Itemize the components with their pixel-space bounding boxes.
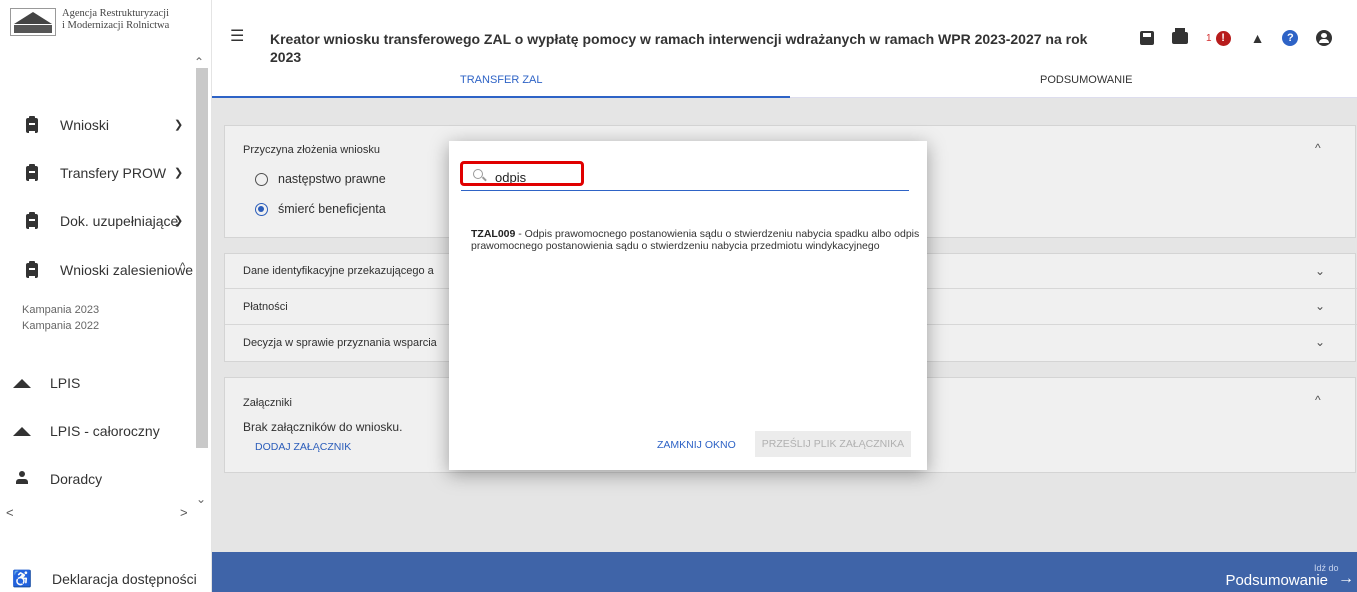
upload-attachment-button[interactable]: PRZEŚLIJ PLIK ZAŁĄCZNIKA (755, 431, 911, 457)
accessibility-icon: ♿ (12, 571, 32, 588)
close-dialog-button[interactable]: ZAMKNIJ OKNO (651, 433, 742, 457)
sidebar-scroll-down-icon[interactable]: ⌄ (196, 492, 206, 506)
person-icon (15, 471, 29, 487)
mountain-icon (13, 378, 31, 388)
notification-count: 1 (1206, 32, 1212, 44)
sidebar-item-lpis-caloroczny[interactable]: LPIS - całoroczny (0, 416, 196, 446)
sidebar-item-label: Doradcy (50, 471, 103, 487)
sidebar-item-label: Transfery PROW (60, 165, 167, 181)
sidebar-item-lpis[interactable]: LPIS (0, 368, 196, 398)
goto-summary-link[interactable]: Podsumowanie (1208, 572, 1328, 589)
chevron-up-icon: ^ (180, 261, 186, 273)
sidebar-item-label: LPIS (50, 375, 81, 391)
search-result-item[interactable]: TZAL009 - Odpis prawomocnego postanowien… (471, 228, 921, 252)
agency-logo[interactable]: Agencja Restrukturyzacji i Modernizacji … (0, 0, 212, 56)
result-code: TZAL009 (471, 228, 516, 240)
sidebar-item-doradcy[interactable]: Doradcy (0, 464, 196, 494)
sidebar-item-label: Wnioski zalesieniowe (60, 262, 194, 278)
page-title: Kreator wniosku transferowego ZAL o wypł… (270, 31, 1088, 65)
accessibility-label: Deklaracja dostępności (52, 571, 197, 587)
highlight-box (460, 161, 584, 186)
mountain-icon (13, 426, 31, 436)
sidebar-horizontal-scrollbar[interactable]: < > (0, 505, 212, 520)
footer-bar: Idź do Podsumowanie → (212, 552, 1357, 592)
sidebar-item-label: Dok. uzupełniające (60, 213, 179, 229)
chevron-down-icon: ❯ (174, 215, 184, 227)
alert-icon: ! (1215, 30, 1231, 46)
save-icon[interactable] (1140, 31, 1154, 45)
help-icon[interactable]: ? (1282, 30, 1299, 46)
scroll-right-icon[interactable]: > (180, 505, 188, 520)
sidebar-scrollbar[interactable] (196, 68, 208, 448)
chevron-down-icon: ❯ (174, 119, 184, 131)
header-toolbar: 1 ! ▲ ? (1140, 26, 1333, 50)
notifications-alert[interactable]: 1 ! (1206, 30, 1231, 46)
print-icon[interactable] (1172, 28, 1188, 44)
sidebar-subitem-kampania-2023[interactable]: Kampania 2023 (22, 304, 99, 316)
chevron-down-icon: ❯ (174, 167, 184, 179)
sidebar-item-transfery-prow[interactable]: Transfery PROW ❯ (0, 158, 196, 188)
clipboard-icon (26, 115, 38, 133)
tab-bar: TRANSFER ZAL PODSUMOWANIE (212, 74, 1357, 98)
tab-transfer-zal[interactable]: TRANSFER ZAL (460, 74, 543, 86)
sidebar-item-wnioski-zalesieniowe[interactable]: Wnioski zalesieniowe ^ (0, 255, 196, 285)
attachment-search-dialog: TZAL009 - Odpis prawomocnego postanowien… (449, 141, 927, 470)
clipboard-icon (26, 211, 38, 229)
sidebar-item-label: Wnioski (60, 117, 110, 133)
sidebar-item-wnioski[interactable]: Wnioski ❯ (0, 110, 196, 140)
agency-name-line1: Agencja Restrukturyzacji (62, 8, 169, 19)
hamburger-icon[interactable]: ☰ (230, 26, 244, 46)
sidebar-item-dok-uzupelniajace[interactable]: Dok. uzupełniające ❯ (0, 206, 196, 236)
tab-podsumowanie[interactable]: PODSUMOWANIE (1040, 74, 1133, 86)
agency-name-line2: i Modernizacji Rolnictwa (62, 20, 170, 31)
bell-icon[interactable]: ▲ (1251, 30, 1265, 46)
clipboard-icon (26, 163, 38, 181)
result-description: - Odpis prawomocnego postanowienia sądu … (471, 228, 920, 252)
sidebar-scroll-up-icon[interactable]: ⌃ (194, 55, 204, 69)
sidebar-subitem-kampania-2022[interactable]: Kampania 2022 (22, 320, 99, 332)
sidebar-item-label: LPIS - całoroczny (50, 423, 160, 439)
scroll-left-icon[interactable]: < (6, 505, 14, 520)
agency-name: Agencja Restrukturyzacji i Modernizacji … (62, 8, 192, 32)
arrow-right-icon[interactable]: → (1338, 570, 1354, 588)
clipboard-icon (26, 260, 38, 278)
accessibility-link[interactable]: ♿ Deklaracja dostępności (0, 566, 212, 592)
agency-logo-icon (10, 8, 56, 36)
sidebar: Agencja Restrukturyzacji i Modernizacji … (0, 0, 212, 592)
user-icon[interactable] (1316, 30, 1333, 46)
